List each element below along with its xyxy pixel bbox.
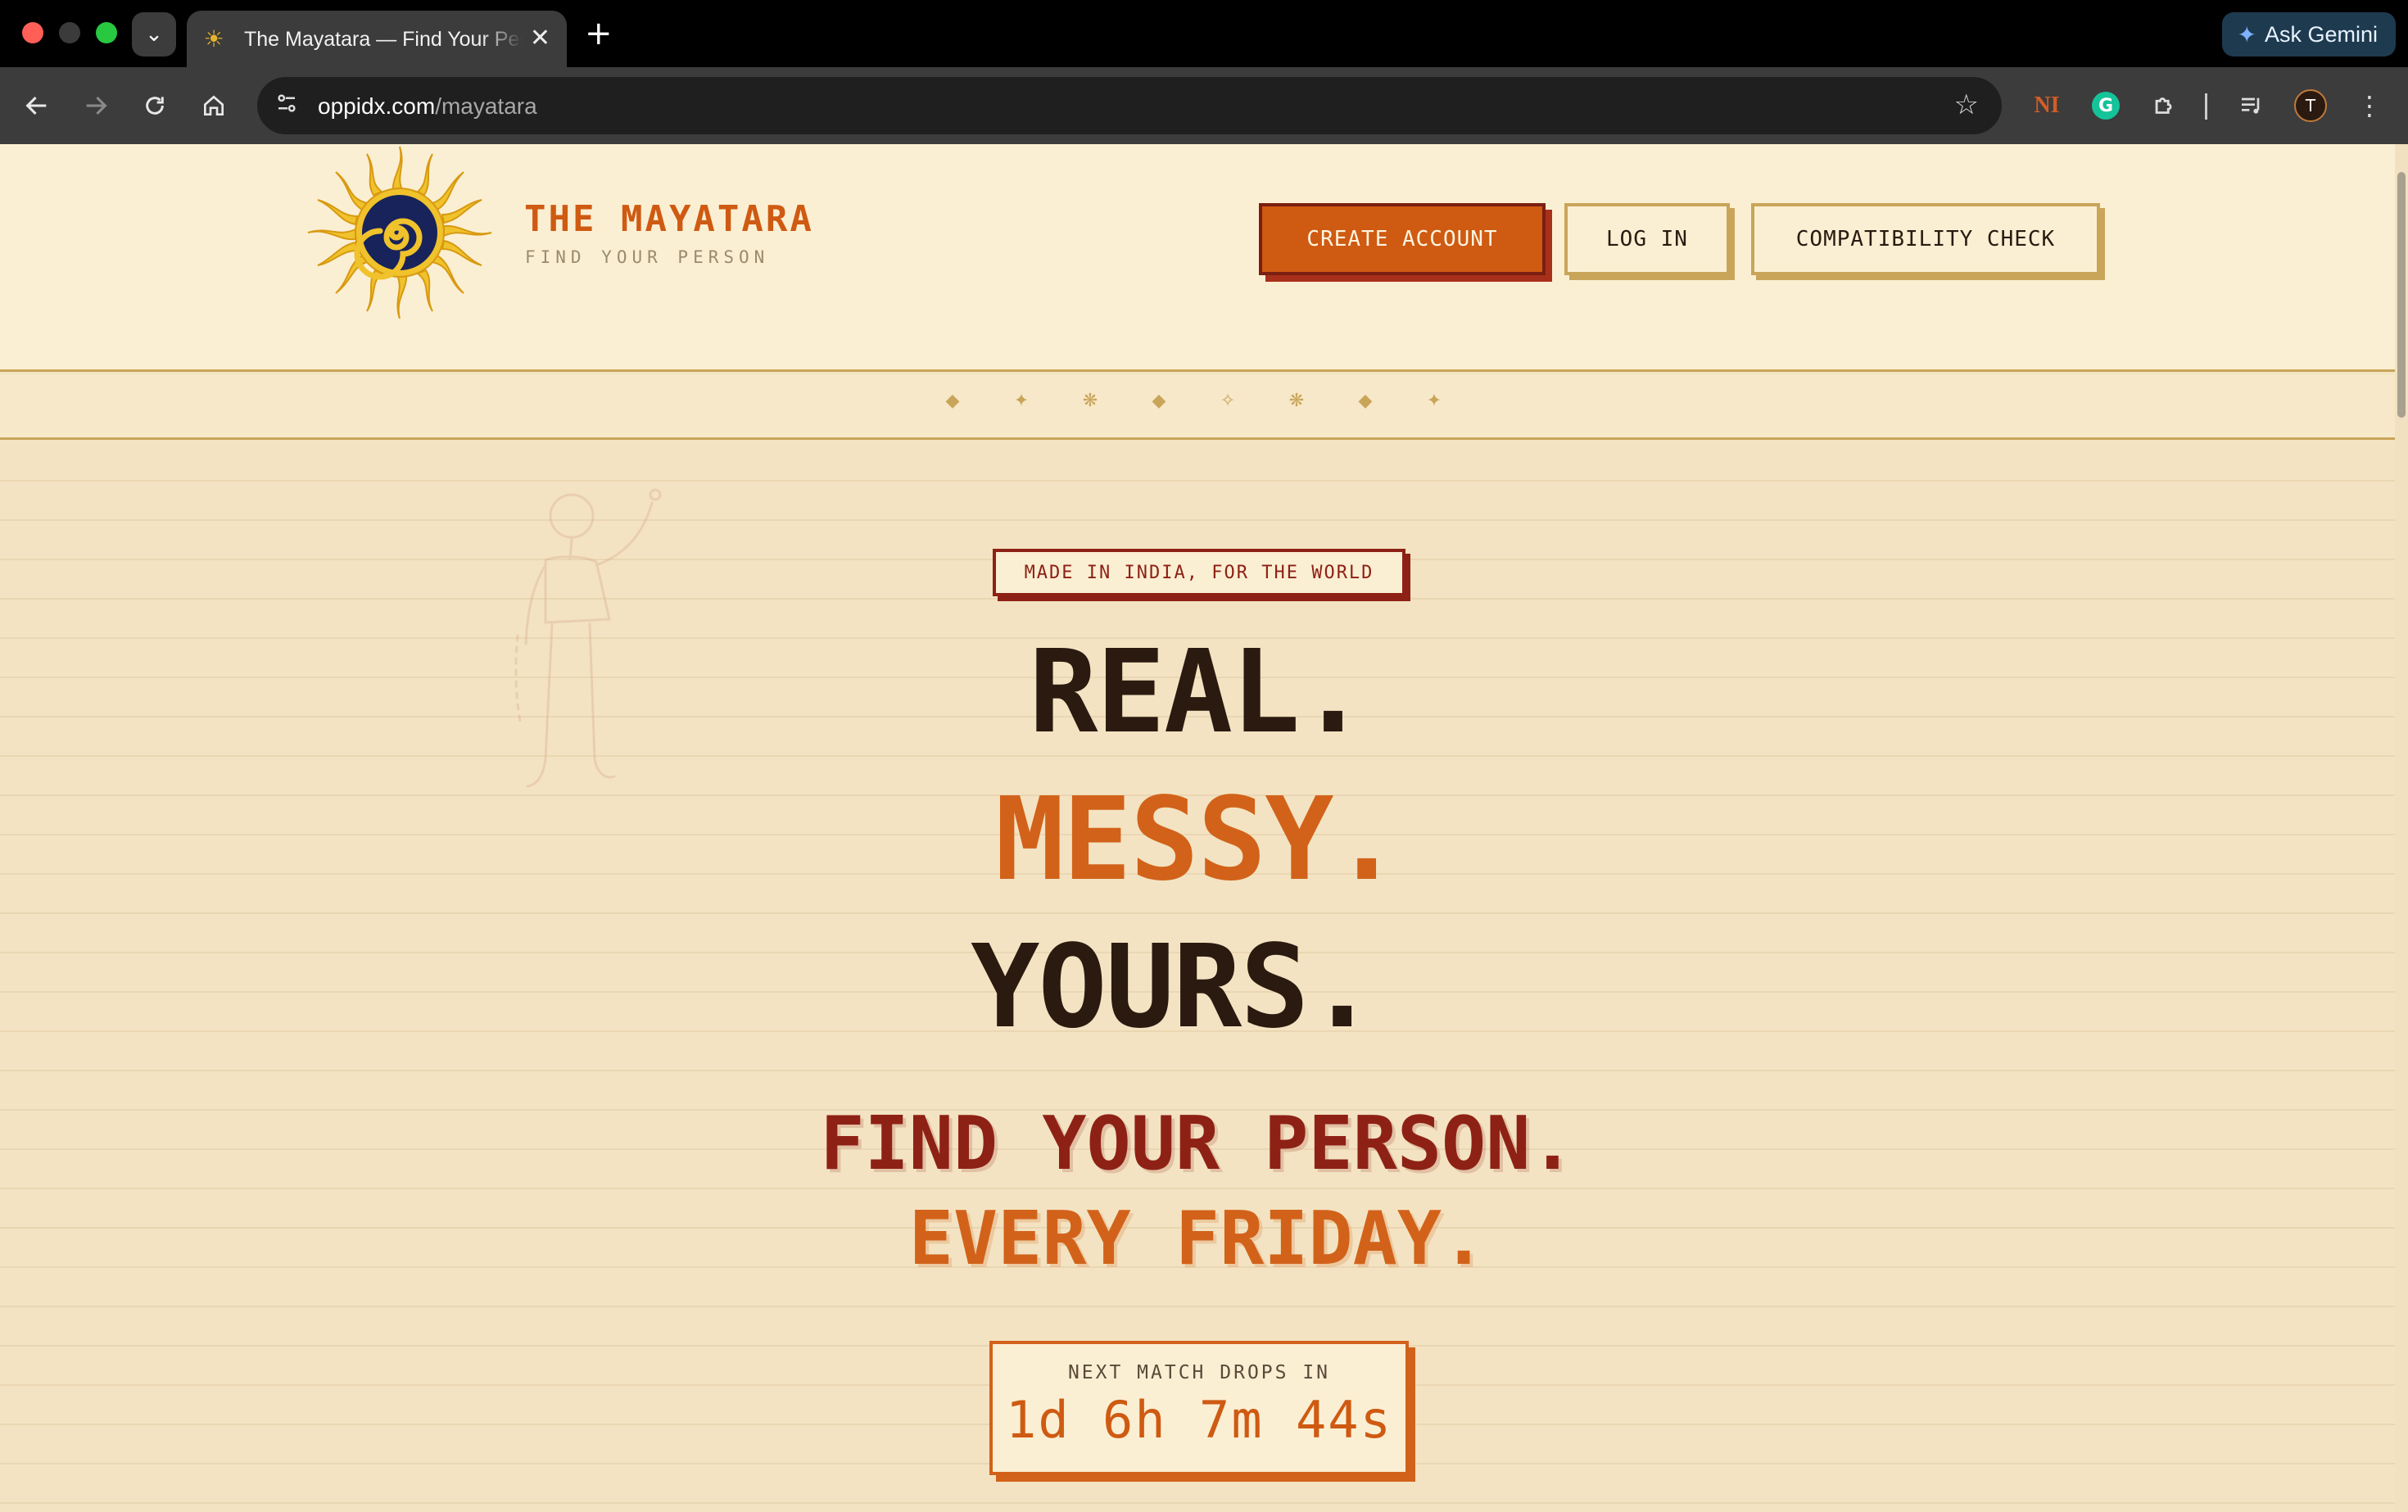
tab-title: The Mayatara — Find Your Person <box>244 27 523 51</box>
hero-word-real: REAL <box>1029 626 1300 759</box>
flower-ornament-icon: ❋ <box>1288 391 1305 411</box>
toolbar-divider <box>2205 93 2207 120</box>
profile-avatar[interactable]: T <box>2292 87 2329 124</box>
forward-icon[interactable] <box>75 85 116 126</box>
window-minimize-button[interactable] <box>59 22 80 43</box>
hero-line-messy: MESSY. <box>0 773 2395 907</box>
star-ornament-icon: ✦ <box>1013 391 1030 411</box>
sun-favicon-icon: ☀ <box>203 25 224 52</box>
more-menu-icon[interactable]: ⋮ <box>2351 87 2388 124</box>
hero-dot: . <box>1332 773 1401 907</box>
avatar-letter: T <box>2294 89 2327 122</box>
countdown-value: 1d 6h 7m 44s <box>1006 1390 1392 1450</box>
diamond-ornament-icon: ◆ <box>1152 391 1166 411</box>
gemini-sparkle-icon: ✦ <box>2237 21 2256 48</box>
window-close-button[interactable] <box>22 22 43 43</box>
extensions-puzzle-icon[interactable] <box>2146 87 2184 124</box>
window-maximize-button[interactable] <box>96 22 117 43</box>
back-icon[interactable] <box>16 85 57 126</box>
new-tab-button[interactable]: + <box>585 15 613 52</box>
url-host: oppidx.com <box>318 93 436 119</box>
star-ornament-icon: ✦ <box>1426 391 1442 411</box>
browser-tab-strip: ⌄ ☀ The Mayatara — Find Your Person ✕ + … <box>0 0 2408 68</box>
diamond-ornament-icon: ◆ <box>1358 391 1373 411</box>
brand-name[interactable]: THE MAYATARA <box>524 198 814 240</box>
bookmark-star-icon[interactable]: ☆ <box>1954 88 1979 121</box>
log-in-button[interactable]: LOG IN <box>1564 203 1730 275</box>
chevron-down-icon: ⌄ <box>145 22 163 47</box>
address-bar[interactable]: oppidx.com/mayatara ☆ <box>257 77 2002 134</box>
scrollbar-thumb[interactable] <box>2397 172 2406 418</box>
ask-gemini-label: Ask Gemini <box>2264 21 2378 47</box>
grammarly-logo-icon: G <box>2092 92 2120 120</box>
ask-gemini-button[interactable]: ✦ Ask Gemini <box>2222 12 2396 57</box>
sparkle-ornament-icon: ✧ <box>1220 391 1236 411</box>
diamond-ornament-icon: ◆ <box>945 391 960 411</box>
hero-line-yours: YOURS. <box>0 921 2370 1054</box>
ornament-row: ◆ ✦ ❋ ◆ ✧ ❋ ◆ ✦ <box>942 391 1445 411</box>
brand-tagline: FIND YOUR PERSON <box>525 247 770 267</box>
made-in-india-badge: MADE IN INDIA, FOR THE WORLD <box>993 549 1405 596</box>
compatibility-check-button[interactable]: COMPATIBILITY CHECK <box>1751 203 2100 275</box>
reload-icon[interactable] <box>134 85 175 126</box>
grammarly-extension-icon[interactable]: G <box>2087 87 2125 124</box>
hero-line-real: REAL. <box>0 626 2395 759</box>
page-viewport: THE MAYATARA FIND YOUR PERSON CREATE ACC… <box>0 144 2408 1512</box>
countdown-label: NEXT MATCH DROPS IN <box>1067 1362 1331 1383</box>
match-countdown-box: NEXT MATCH DROPS IN 1d 6h 7m 44s <box>989 1341 1409 1475</box>
site-info-icon[interactable] <box>272 91 301 120</box>
media-controls-icon[interactable] <box>2233 87 2270 124</box>
hero-subtitle-every-friday: EVERY FRIDAY. <box>908 1196 1487 1282</box>
browser-toolbar: oppidx.com/mayatara ☆ NI G T ⋮ <box>0 67 2408 144</box>
flower-ornament-icon: ❋ <box>1082 391 1098 411</box>
home-icon[interactable] <box>193 85 234 126</box>
hero-subtitle-find-your-person: FIND YOUR PERSON. <box>820 1101 1575 1187</box>
url-text[interactable]: oppidx.com/mayatara <box>318 93 537 120</box>
site-header: THE MAYATARA FIND YOUR PERSON CREATE ACC… <box>0 144 2395 372</box>
page-scrollbar[interactable] <box>2395 144 2408 1512</box>
active-tab[interactable]: ☀ The Mayatara — Find Your Person ✕ <box>187 11 567 68</box>
hero-dot: . <box>1298 626 1367 759</box>
tab-search-button[interactable]: ⌄ <box>132 12 176 57</box>
hero-word-messy: MESSY <box>995 773 1333 907</box>
sun-logo-icon[interactable] <box>303 144 496 324</box>
hero-dot: . <box>1307 921 1377 1054</box>
create-account-button[interactable]: CREATE ACCOUNT <box>1259 203 1546 275</box>
ni-extension-icon[interactable]: NI <box>2028 87 2066 124</box>
hero-word-yours: YOURS <box>971 921 1309 1054</box>
ornament-divider: ◆ ✦ ❋ ◆ ✧ ❋ ◆ ✦ <box>0 374 2395 440</box>
url-path: /mayatara <box>435 93 537 119</box>
tab-close-icon[interactable]: ✕ <box>530 24 550 52</box>
